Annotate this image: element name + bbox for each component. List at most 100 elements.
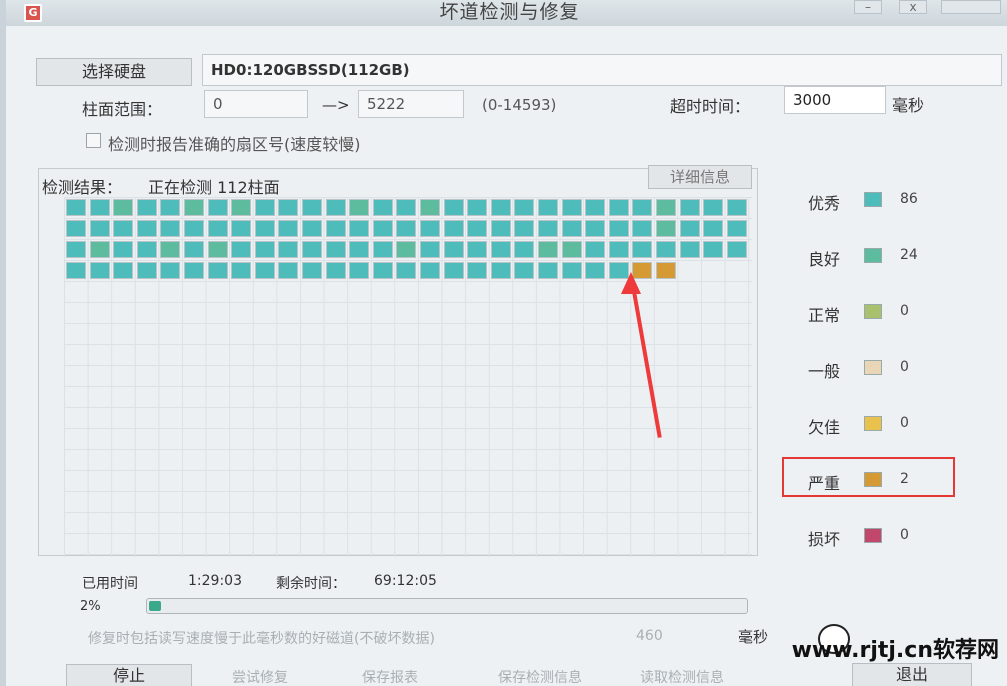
cylinder-cell	[184, 241, 204, 258]
legend-label: 优秀	[808, 194, 841, 213]
cylinder-cell	[514, 220, 535, 237]
cylinder-cell	[396, 262, 417, 279]
legend-swatch	[864, 304, 882, 319]
cylinder-cell	[467, 241, 488, 258]
cylinder-to-input[interactable]: 5222	[358, 90, 464, 118]
cylinder-cell	[490, 241, 511, 258]
cylinder-cell	[420, 199, 440, 216]
cylinder-cell	[113, 199, 134, 216]
cylinder-cell	[490, 220, 511, 237]
cylinder-cell	[136, 220, 157, 237]
timeout-input[interactable]: 3000	[784, 86, 886, 114]
cylinder-cell	[608, 241, 629, 258]
save-check-info-button[interactable]: 保存检测信息	[498, 667, 582, 686]
cylinder-cell	[679, 241, 700, 258]
cylinder-cell	[372, 241, 393, 258]
cylinder-from-input[interactable]: 0	[204, 90, 308, 118]
cylinder-cell	[184, 220, 204, 237]
cylinder-cell	[585, 199, 606, 216]
cylinder-cell	[231, 241, 252, 258]
legend-swatch	[864, 192, 882, 207]
legend-count: 0	[900, 527, 909, 543]
cylinder-cell	[396, 199, 417, 216]
cylinder-cell	[561, 199, 582, 216]
cylinder-cell	[538, 241, 558, 258]
cylinder-cell	[372, 199, 393, 216]
cylinder-cell	[608, 220, 629, 237]
cylinder-cell	[278, 262, 299, 279]
legend-swatch	[864, 360, 882, 375]
close-button[interactable]: x	[899, 0, 927, 14]
cylinder-cell	[184, 199, 204, 216]
exit-button[interactable]: 退出	[852, 663, 972, 686]
title-bar: G 坏道检测与修复 – x	[6, 0, 1007, 26]
cylinder-cell	[372, 262, 393, 279]
main-window: G 坏道检测与修复 – x 选择硬盘 HD0:120GBSSD(112GB) 柱…	[0, 0, 1007, 686]
cylinder-cell	[726, 220, 747, 237]
cylinder-cell	[302, 241, 322, 258]
cylinder-cell	[89, 241, 110, 258]
remaining-value: 69:12:05	[374, 573, 437, 589]
cylinder-cell	[467, 220, 488, 237]
cylinder-cell	[420, 241, 440, 258]
cylinder-range-label: 柱面范围：	[82, 100, 163, 119]
save-report-button[interactable]: 保存报表	[362, 667, 418, 686]
watermark-text: www.rjtj.cn软荐网	[791, 638, 999, 663]
timeout-unit: 毫秒	[892, 96, 925, 115]
cylinder-cell	[349, 241, 370, 258]
cylinder-cell	[89, 262, 110, 279]
cylinder-cell	[278, 241, 299, 258]
cylinder-cell	[66, 241, 86, 258]
cylinder-cell	[184, 262, 204, 279]
cylinder-cell	[254, 220, 275, 237]
cylinder-cell	[89, 199, 110, 216]
cylinder-cell	[585, 220, 606, 237]
cylinder-cell	[538, 199, 558, 216]
cylinder-cell	[467, 262, 488, 279]
cylinder-cell	[325, 262, 346, 279]
cylinder-cell	[160, 220, 181, 237]
read-check-info-button[interactable]: 读取检测信息	[640, 667, 724, 686]
details-button[interactable]: 详细信息	[648, 165, 752, 189]
cylinder-cell	[349, 199, 370, 216]
annotation-arrow-icon	[621, 272, 641, 294]
restore-button[interactable]	[941, 0, 1001, 14]
cylinder-cell	[608, 199, 629, 216]
cylinder-cell	[113, 220, 134, 237]
legend-label: 欠佳	[808, 418, 841, 437]
cylinder-cell	[325, 199, 346, 216]
minimize-button[interactable]: –	[854, 0, 882, 14]
cylinder-cell	[420, 262, 440, 279]
cylinder-arrow: —>	[322, 96, 350, 114]
cylinder-cell	[632, 199, 653, 216]
legend-count: 0	[900, 303, 909, 319]
cylinder-cell	[703, 241, 724, 258]
repair-option-value[interactable]: 460	[636, 628, 663, 644]
cylinder-cell	[656, 241, 676, 258]
cylinder-cell	[136, 199, 157, 216]
cylinder-cell	[160, 199, 181, 216]
cylinder-cell	[160, 262, 181, 279]
cylinder-cell	[726, 241, 747, 258]
cylinder-cell	[396, 220, 417, 237]
cylinder-cell	[561, 241, 582, 258]
report-sector-checkbox[interactable]	[86, 133, 101, 148]
cylinder-cell	[585, 262, 606, 279]
cylinder-cell	[514, 241, 535, 258]
select-disk-button[interactable]: 选择硬盘	[36, 58, 192, 86]
try-repair-button[interactable]: 尝试修复	[232, 667, 288, 686]
cylinder-cell	[325, 241, 346, 258]
cylinder-cell	[254, 241, 275, 258]
cylinder-cell	[656, 220, 676, 237]
cylinder-range-hint: (0-14593)	[482, 96, 557, 114]
cylinder-cell	[490, 262, 511, 279]
cylinder-cell	[443, 241, 464, 258]
cylinder-cell	[278, 220, 299, 237]
cylinder-cells	[64, 197, 752, 297]
stop-button[interactable]: 停止	[66, 664, 192, 686]
legend-count: 0	[900, 359, 909, 375]
legend-swatch	[864, 416, 882, 431]
progress-bar	[146, 598, 748, 614]
remaining-label: 剩余时间：	[276, 576, 346, 592]
cylinder-cell	[254, 199, 275, 216]
